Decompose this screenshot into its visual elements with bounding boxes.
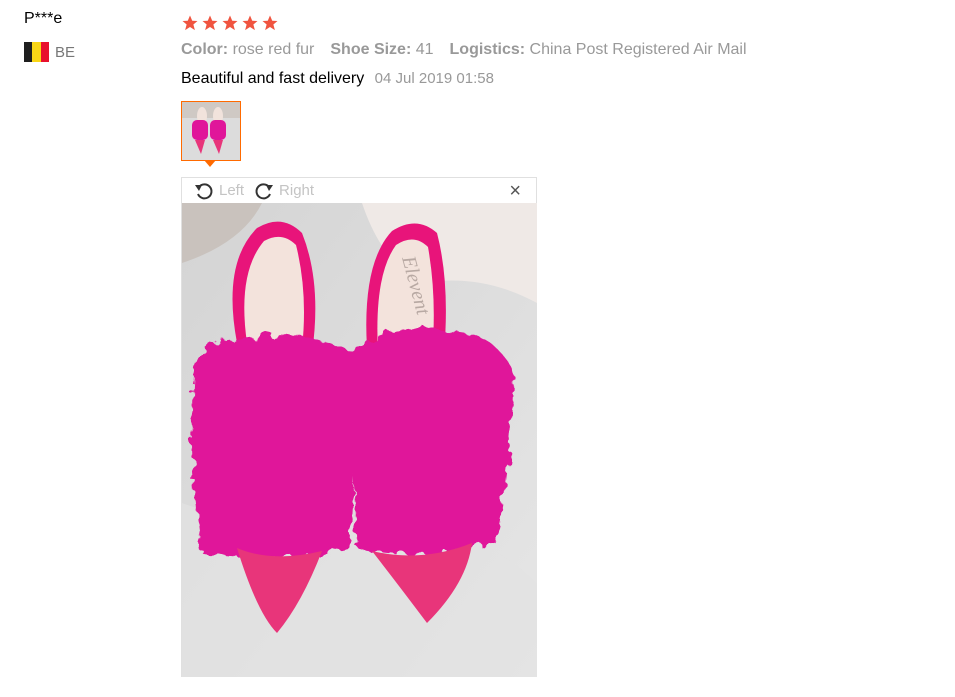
star-rating xyxy=(181,12,921,34)
feedback-text: Beautiful and fast delivery xyxy=(181,70,365,87)
star-icon xyxy=(242,15,258,31)
rotate-right-button[interactable]: Right xyxy=(254,181,314,201)
rotate-left-label: Left xyxy=(219,182,245,199)
attr-logistics-value: China Post Registered Air Mail xyxy=(529,41,747,58)
attr-size-value: 41 xyxy=(415,41,434,58)
review-photo: Elevent xyxy=(182,203,537,677)
attr-color: Color: rose red fur xyxy=(181,41,314,59)
feedback-line: Beautiful and fast delivery 04 Jul 2019 … xyxy=(181,70,921,88)
selected-indicator-icon xyxy=(204,160,216,167)
reviewer-name: P***e xyxy=(24,10,63,27)
star-icon xyxy=(182,15,198,31)
order-attributes: Color: rose red fur Shoe Size: 41 Logist… xyxy=(181,41,921,59)
review-body: Color: rose red fur Shoe Size: 41 Logist… xyxy=(181,12,921,167)
rotate-left-button[interactable]: Left xyxy=(194,181,244,201)
attr-logistics: Logistics: China Post Registered Air Mai… xyxy=(450,41,747,59)
country-code: BE xyxy=(55,43,76,61)
star-icon xyxy=(262,15,278,31)
viewer-toolbar: Left Right × xyxy=(182,178,536,203)
thumbnail-image xyxy=(182,102,240,160)
feedback-date: 04 Jul 2019 01:58 xyxy=(374,70,494,87)
attr-size-key: Shoe Size: xyxy=(330,41,412,58)
rotate-left-icon xyxy=(195,182,213,199)
attr-color-value: rose red fur xyxy=(232,41,315,58)
attr-logistics-key: Logistics: xyxy=(449,41,526,58)
reviewer-info: P***e BE xyxy=(24,10,75,62)
photo-thumbnail[interactable] xyxy=(181,101,241,167)
star-icon xyxy=(222,15,238,31)
rotate-right-label: Right xyxy=(279,182,315,199)
photo-thumbnails xyxy=(181,101,921,167)
photo-viewer: Left Right × Elevent xyxy=(181,177,537,677)
close-viewer-button[interactable]: × xyxy=(509,181,521,201)
rotate-right-icon xyxy=(255,182,274,199)
star-icon xyxy=(202,15,218,31)
belgium-flag-icon xyxy=(24,42,49,62)
reviewer-country: BE xyxy=(24,42,75,62)
attr-color-key: Color: xyxy=(181,41,229,58)
attr-size: Shoe Size: 41 xyxy=(330,41,433,59)
